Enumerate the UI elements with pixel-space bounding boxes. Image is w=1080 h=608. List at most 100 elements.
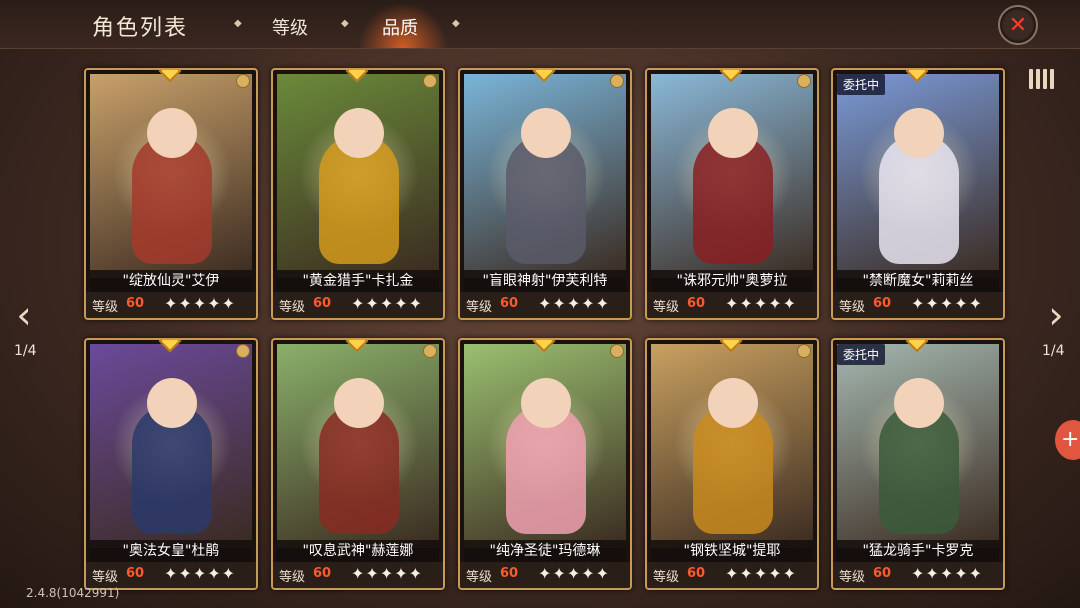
level-label: 等级 (466, 300, 493, 315)
character-name: "奥法女皇"杜鹃 (90, 540, 252, 562)
character-name: "诛邪元帅"奥萝拉 (651, 270, 813, 292)
level-value: 60 (126, 296, 145, 311)
level-value: 60 (873, 296, 892, 311)
character-name: "叹息武神"赫莲娜 (277, 540, 439, 562)
gamepad-icon: + (1061, 427, 1080, 452)
card-info-bar: 等级 60 ✦✦✦✦✦ (273, 292, 443, 318)
character-portrait (277, 344, 439, 548)
side-menu-button[interactable]: + (1055, 420, 1080, 460)
filter-button[interactable] (1028, 64, 1054, 94)
level-label: 等级 (653, 300, 680, 315)
character-name: "黄金猎手"卡扎金 (277, 270, 439, 292)
character-card[interactable]: "诛邪元帅"奥萝拉 等级 60 ✦✦✦✦✦ (645, 68, 819, 320)
chevron-left-icon: ‹ (16, 293, 32, 337)
character-card[interactable]: "黄金猎手"卡扎金 等级 60 ✦✦✦✦✦ (271, 68, 445, 320)
character-card[interactable]: "叹息武神"赫莲娜 等级 60 ✦✦✦✦✦ (271, 338, 445, 590)
character-portrait (837, 74, 999, 278)
character-card[interactable]: 委托中 "猛龙骑手"卡罗克 等级 60 ✦✦✦✦✦ (831, 338, 1005, 590)
page-title: 角色列表 (92, 16, 189, 41)
page-indicator-left: 1/4 (14, 343, 37, 359)
page-indicator-right: 1/4 (1042, 343, 1065, 359)
medal-icon (610, 74, 624, 88)
character-name: "禁断魔女"莉莉丝 (837, 270, 999, 292)
level-value: 60 (500, 566, 519, 581)
character-portrait (90, 344, 252, 548)
filter-icon (1028, 69, 1033, 89)
medal-icon (797, 344, 811, 358)
prev-page-button[interactable]: ‹ (4, 290, 44, 340)
level-value: 60 (313, 566, 332, 581)
character-name: "猛龙骑手"卡罗克 (837, 540, 999, 562)
character-name: "盲眼神射"伊芙利特 (464, 270, 626, 292)
status-badge: 委托中 (837, 344, 886, 365)
tab-quality[interactable]: 品质 (382, 14, 418, 40)
level-label: 等级 (466, 570, 493, 585)
star-rating: ✦✦✦✦✦ (164, 294, 237, 313)
level-label: 等级 (653, 570, 680, 585)
close-button[interactable]: ✕ (998, 5, 1038, 45)
top-bar: 角色列表 ◆ 等级 ◆ 品质 ◆ ✕ (0, 0, 1080, 49)
character-card[interactable]: 委托中 "禁断魔女"莉莉丝 等级 60 ✦✦✦✦✦ (831, 68, 1005, 320)
card-info-bar: 等级 60 ✦✦✦✦✦ (460, 292, 630, 318)
close-icon: ✕ (1008, 12, 1028, 38)
character-portrait (464, 344, 626, 548)
character-card[interactable]: "奥法女皇"杜鹃 等级 60 ✦✦✦✦✦ (84, 338, 258, 590)
star-rating: ✦✦✦✦✦ (538, 294, 611, 313)
level-label: 等级 (92, 300, 119, 315)
version-label: 2.4.8(1042991) (26, 586, 120, 600)
card-info-bar: 等级 60 ✦✦✦✦✦ (647, 562, 817, 588)
medal-icon (610, 344, 624, 358)
character-name: "钢铁坚城"提耶 (651, 540, 813, 562)
character-card[interactable]: "盲眼神射"伊芙利特 等级 60 ✦✦✦✦✦ (458, 68, 632, 320)
character-name: "绽放仙灵"艾伊 (90, 270, 252, 292)
star-rating: ✦✦✦✦✦ (911, 294, 984, 313)
character-portrait (651, 344, 813, 548)
card-info-bar: 等级 60 ✦✦✦✦✦ (833, 292, 1003, 318)
character-name: "纯净圣徒"玛德琳 (464, 540, 626, 562)
medal-icon (797, 74, 811, 88)
star-rating: ✦✦✦✦✦ (911, 564, 984, 583)
card-info-bar: 等级 60 ✦✦✦✦✦ (86, 562, 256, 588)
level-label: 等级 (279, 300, 306, 315)
card-info-bar: 等级 60 ✦✦✦✦✦ (273, 562, 443, 588)
level-value: 60 (687, 566, 706, 581)
star-rating: ✦✦✦✦✦ (725, 564, 798, 583)
card-info-bar: 等级 60 ✦✦✦✦✦ (86, 292, 256, 318)
character-portrait (464, 74, 626, 278)
star-rating: ✦✦✦✦✦ (725, 294, 798, 313)
level-value: 60 (500, 296, 519, 311)
chevron-right-icon: › (1048, 293, 1064, 337)
card-info-bar: 等级 60 ✦✦✦✦✦ (460, 562, 630, 588)
character-card[interactable]: "钢铁坚城"提耶 等级 60 ✦✦✦✦✦ (645, 338, 819, 590)
level-value: 60 (873, 566, 892, 581)
level-value: 60 (687, 296, 706, 311)
star-rating: ✦✦✦✦✦ (538, 564, 611, 583)
character-portrait (837, 344, 999, 548)
medal-icon (236, 74, 250, 88)
level-value: 60 (126, 566, 145, 581)
medal-icon (236, 344, 250, 358)
level-label: 等级 (839, 570, 866, 585)
level-label: 等级 (279, 570, 306, 585)
next-page-button[interactable]: › (1036, 290, 1076, 340)
level-label: 等级 (92, 570, 119, 585)
card-info-bar: 等级 60 ✦✦✦✦✦ (833, 562, 1003, 588)
level-label: 等级 (839, 300, 866, 315)
character-portrait (277, 74, 439, 278)
separator-dot: ◆ (341, 18, 349, 29)
separator-dot: ◆ (234, 18, 242, 29)
star-rating: ✦✦✦✦✦ (351, 294, 424, 313)
level-value: 60 (313, 296, 332, 311)
status-badge: 委托中 (837, 74, 886, 95)
star-rating: ✦✦✦✦✦ (351, 564, 424, 583)
medal-icon (423, 74, 437, 88)
star-rating: ✦✦✦✦✦ (164, 564, 237, 583)
character-card[interactable]: "绽放仙灵"艾伊 等级 60 ✦✦✦✦✦ (84, 68, 258, 320)
card-info-bar: 等级 60 ✦✦✦✦✦ (647, 292, 817, 318)
separator-dot: ◆ (452, 18, 460, 29)
character-card[interactable]: "纯净圣徒"玛德琳 等级 60 ✦✦✦✦✦ (458, 338, 632, 590)
character-portrait (651, 74, 813, 278)
tab-level[interactable]: 等级 (272, 14, 308, 40)
character-portrait (90, 74, 252, 278)
medal-icon (423, 344, 437, 358)
